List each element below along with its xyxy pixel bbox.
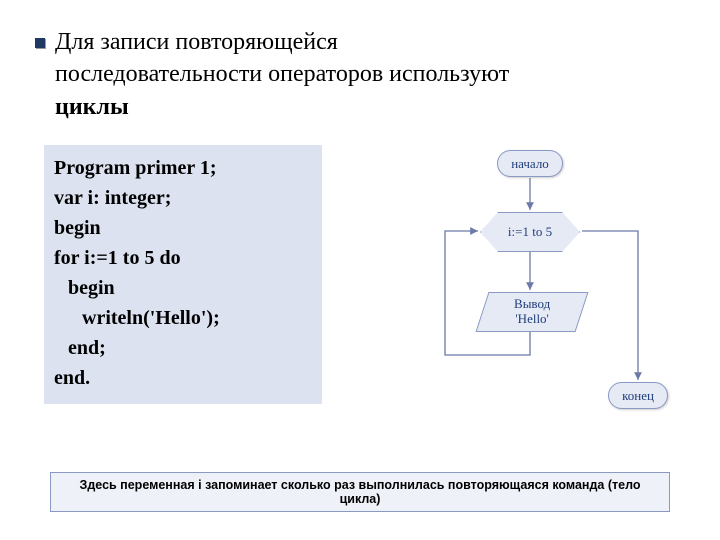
code-line: for i:=1 to 5 do [54, 243, 312, 273]
flow-output-label: Вывод 'Hello' [514, 297, 550, 327]
code-line: begin [54, 273, 312, 303]
code-line: end. [54, 363, 312, 393]
flow-start-terminal: начало [497, 150, 563, 177]
flow-end-terminal: конец [608, 382, 668, 409]
heading-line1: Для записи повторяющейся [55, 29, 338, 55]
heading-line3: циклы [55, 94, 129, 120]
footer-note-text: Здесь переменная i запоминает сколько ра… [63, 478, 657, 506]
flow-end-label: конец [622, 388, 654, 404]
code-line: var i: integer; [54, 183, 312, 213]
flow-start-label: начало [511, 156, 549, 172]
code-line: writeln('Hello'); [54, 303, 312, 333]
code-line: Program primer 1; [54, 153, 312, 183]
flow-output-parallelogram: Вывод 'Hello' [476, 292, 589, 332]
pascal-code-block: Program primer 1; var i: integer; begin … [44, 145, 322, 404]
flowchart-diagram: начало i:=1 to 5 Вывод 'Hello' конец [400, 145, 690, 435]
flow-loop-hexagon: i:=1 to 5 [480, 212, 580, 252]
slide-heading: Для записи повторяющейся последовательно… [55, 26, 675, 123]
code-line: end; [54, 333, 312, 363]
footer-note: Здесь переменная i запоминает сколько ра… [50, 472, 670, 512]
bullet-marker [35, 38, 45, 48]
code-line: begin [54, 213, 312, 243]
flow-loop-label: i:=1 to 5 [508, 224, 552, 240]
heading-line2: последовательности операторов используют [55, 61, 509, 87]
